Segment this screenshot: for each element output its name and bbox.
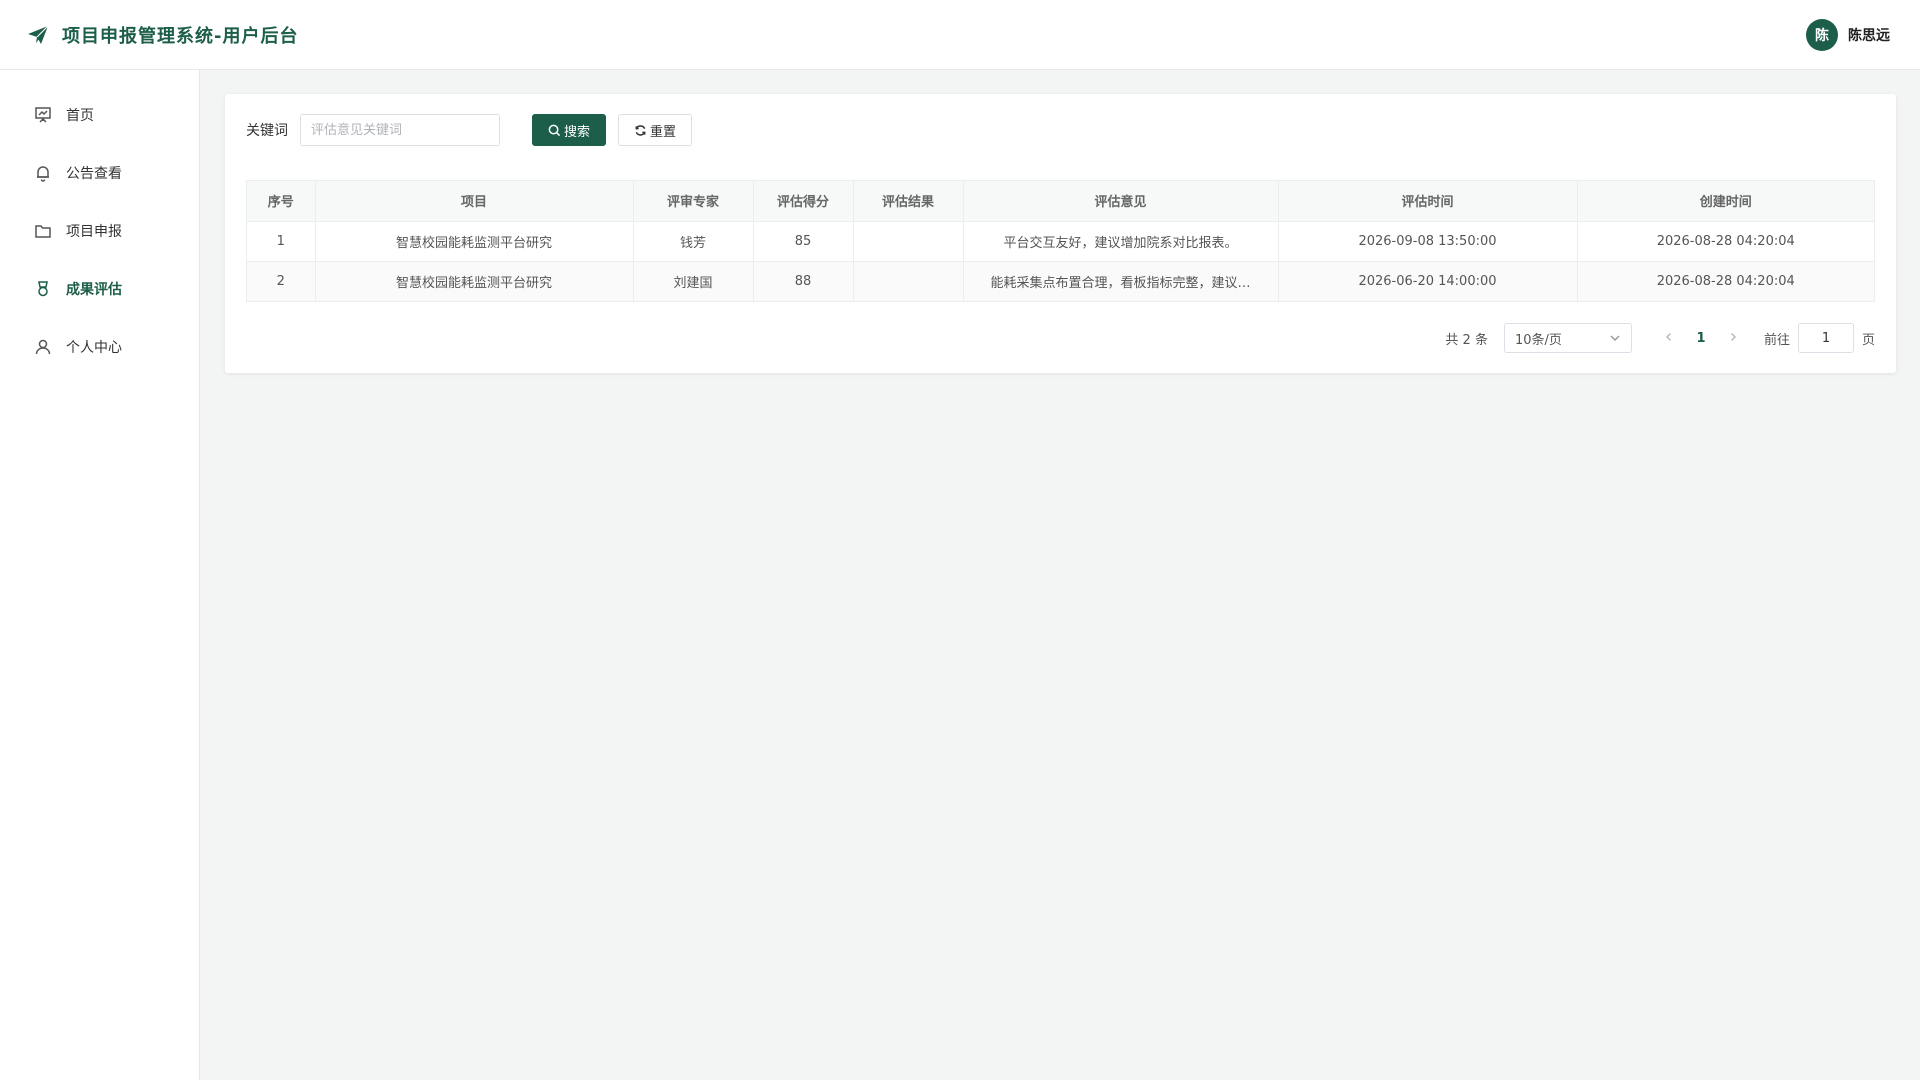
cell-created-time: 2026-08-28 04:20:04 [1577, 261, 1874, 301]
sidebar-item-evaluation[interactable]: 成果评估 [0, 260, 199, 318]
cell-opinion: 平台交互友好，建议增加院系对比报表。 [963, 221, 1279, 262]
pagination-total: 共 2 条 [1445, 332, 1488, 348]
avatar[interactable]: 陈 [1806, 18, 1838, 51]
cell-score: 85 [753, 221, 854, 262]
reset-button-label: 重置 [650, 124, 677, 140]
column-header-project: 项目 [315, 181, 634, 222]
app-title: 项目申报管理系统-用户后台 [62, 25, 299, 47]
keyword-label: 关键词 [246, 123, 288, 139]
goto-label: 前往 [1763, 332, 1790, 348]
brand[interactable]: 项目申报管理系统-用户后台 [26, 22, 298, 48]
chevron-down-icon [1610, 335, 1620, 342]
cell-result [853, 221, 964, 262]
column-header-index: 序号 [247, 181, 316, 222]
cell-project: 智慧校园能耗监测平台研究 [315, 221, 634, 262]
sidebar-item-label: 项目申报 [66, 224, 122, 240]
cell-expert: 钱芳 [633, 221, 754, 262]
column-header-opinion: 评估意见 [963, 181, 1279, 222]
table-row[interactable]: 1 智慧校园能耗监测平台研究 钱芳 85 平台交互友好，建议增加院系对比报表。 … [247, 221, 1874, 262]
chevron-right-icon [1730, 332, 1737, 342]
user-menu[interactable]: 陈 陈思远 [1806, 18, 1890, 51]
paper-plane-icon [28, 25, 49, 44]
prev-page-button[interactable] [1654, 330, 1684, 346]
search-bar: 关键词 搜索 重置 [246, 114, 1875, 146]
reset-button[interactable]: 重置 [618, 114, 693, 146]
sidebar-item-project-application[interactable]: 项目申报 [0, 202, 199, 260]
sidebar: 首页 公告查看 项目申报 成果评估 个人中心 [0, 70, 200, 1080]
sidebar-item-label: 首页 [66, 108, 94, 124]
column-header-score: 评估得分 [753, 181, 854, 222]
cell-result [853, 261, 964, 301]
chevron-left-icon [1665, 332, 1671, 342]
sidebar-item-profile[interactable]: 个人中心 [0, 318, 199, 376]
cell-index: 2 [247, 261, 316, 301]
column-header-result: 评估结果 [853, 181, 964, 222]
user-icon [35, 339, 51, 355]
page-size-select[interactable]: 10条/页 [1503, 323, 1632, 353]
goto-page-input[interactable] [1797, 323, 1854, 353]
column-header-eval-time: 评估时间 [1278, 181, 1578, 222]
sidebar-item-label: 公告查看 [66, 166, 122, 182]
bell-icon [37, 166, 49, 182]
column-header-expert: 评审专家 [633, 181, 754, 222]
top-header: 项目申报管理系统-用户后台 陈 陈思远 [0, 0, 1920, 70]
pagination: 共 2 条 10条/页 1 前往 页 [246, 322, 1875, 354]
page-number-current[interactable]: 1 [1684, 331, 1718, 346]
table-header-row: 序号 项目 评审专家 评估得分 评估结果 评估意见 评估时间 创建时间 [247, 181, 1874, 222]
page-size-value: 10条/页 [1514, 332, 1562, 348]
cell-index: 1 [247, 221, 316, 262]
search-button[interactable]: 搜索 [532, 114, 607, 146]
keyword-input[interactable] [300, 114, 500, 146]
cell-score: 88 [753, 261, 854, 301]
medal-icon [38, 281, 48, 297]
evaluation-card: 关键词 搜索 重置 序 [225, 94, 1896, 373]
page-suffix: 页 [1861, 332, 1875, 348]
sidebar-item-announcements[interactable]: 公告查看 [0, 144, 199, 202]
cell-created-time: 2026-08-28 04:20:04 [1577, 221, 1874, 262]
username[interactable]: 陈思远 [1848, 25, 1890, 45]
sidebar-item-home[interactable]: 首页 [0, 86, 199, 144]
sidebar-item-label: 个人中心 [66, 340, 122, 356]
cell-eval-time: 2026-06-20 14:00:00 [1278, 261, 1578, 301]
cell-opinion: 能耗采集点布置合理，看板指标完整，建议… [963, 261, 1279, 301]
search-button-label: 搜索 [564, 124, 591, 140]
cell-expert: 刘建国 [633, 261, 754, 301]
sidebar-item-label: 成果评估 [66, 282, 122, 298]
column-header-created-time: 创建时间 [1577, 181, 1874, 222]
cell-project: 智慧校园能耗监测平台研究 [315, 261, 634, 301]
search-icon [548, 124, 561, 136]
evaluation-table: 序号 项目 评审专家 评估得分 评估结果 评估意见 评估时间 创建时间 1 智慧… [246, 180, 1875, 302]
folder-icon [35, 225, 51, 238]
next-page-button[interactable] [1718, 330, 1748, 346]
presentation-icon [35, 107, 51, 123]
table-row[interactable]: 2 智慧校园能耗监测平台研究 刘建国 88 能耗采集点布置合理，看板指标完整，建… [247, 261, 1874, 301]
refresh-icon [635, 124, 646, 136]
cell-eval-time: 2026-09-08 13:50:00 [1278, 221, 1578, 262]
